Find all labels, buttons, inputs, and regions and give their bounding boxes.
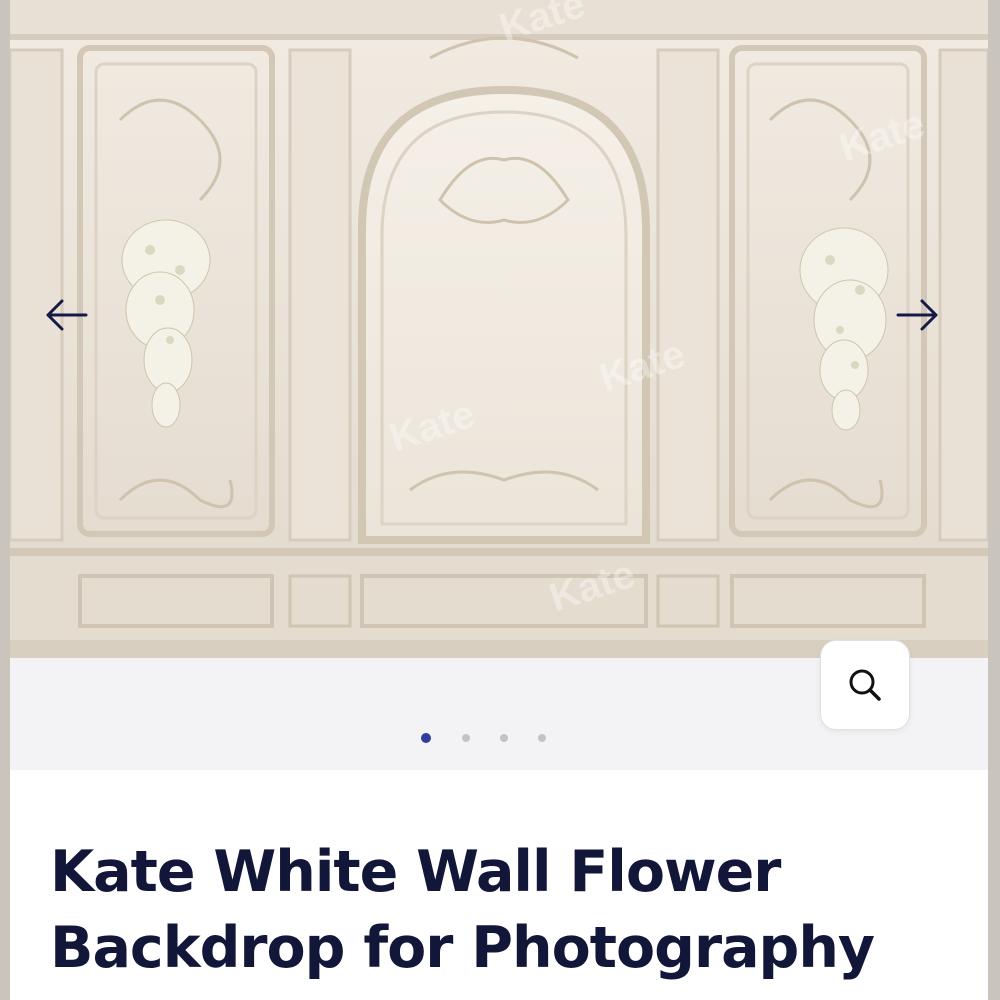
- product-info: Kate White Wall Flower Backdrop for Phot…: [10, 770, 988, 1000]
- carousel-dot[interactable]: [462, 734, 470, 742]
- carousel-dot[interactable]: [538, 734, 546, 742]
- arrow-left-icon: [46, 299, 88, 331]
- product-title: Kate White Wall Flower Backdrop for Phot…: [50, 839, 875, 981]
- zoom-button[interactable]: [820, 640, 910, 730]
- carousel-indicators: [10, 733, 988, 744]
- product-image: Kate Kate Kate Kate Kate: [10, 0, 988, 658]
- previous-image-button[interactable]: [44, 298, 100, 350]
- arrow-right-icon: [896, 299, 938, 331]
- product-image-gallery[interactable]: Kate Kate Kate Kate Kate: [10, 0, 988, 658]
- next-image-button[interactable]: [896, 298, 952, 350]
- search-icon: [849, 669, 881, 701]
- carousel-dot[interactable]: [421, 733, 431, 743]
- carousel-dot[interactable]: [500, 734, 508, 742]
- product-page: Kate Kate Kate Kate Kate Kate White Wall…: [10, 0, 988, 1000]
